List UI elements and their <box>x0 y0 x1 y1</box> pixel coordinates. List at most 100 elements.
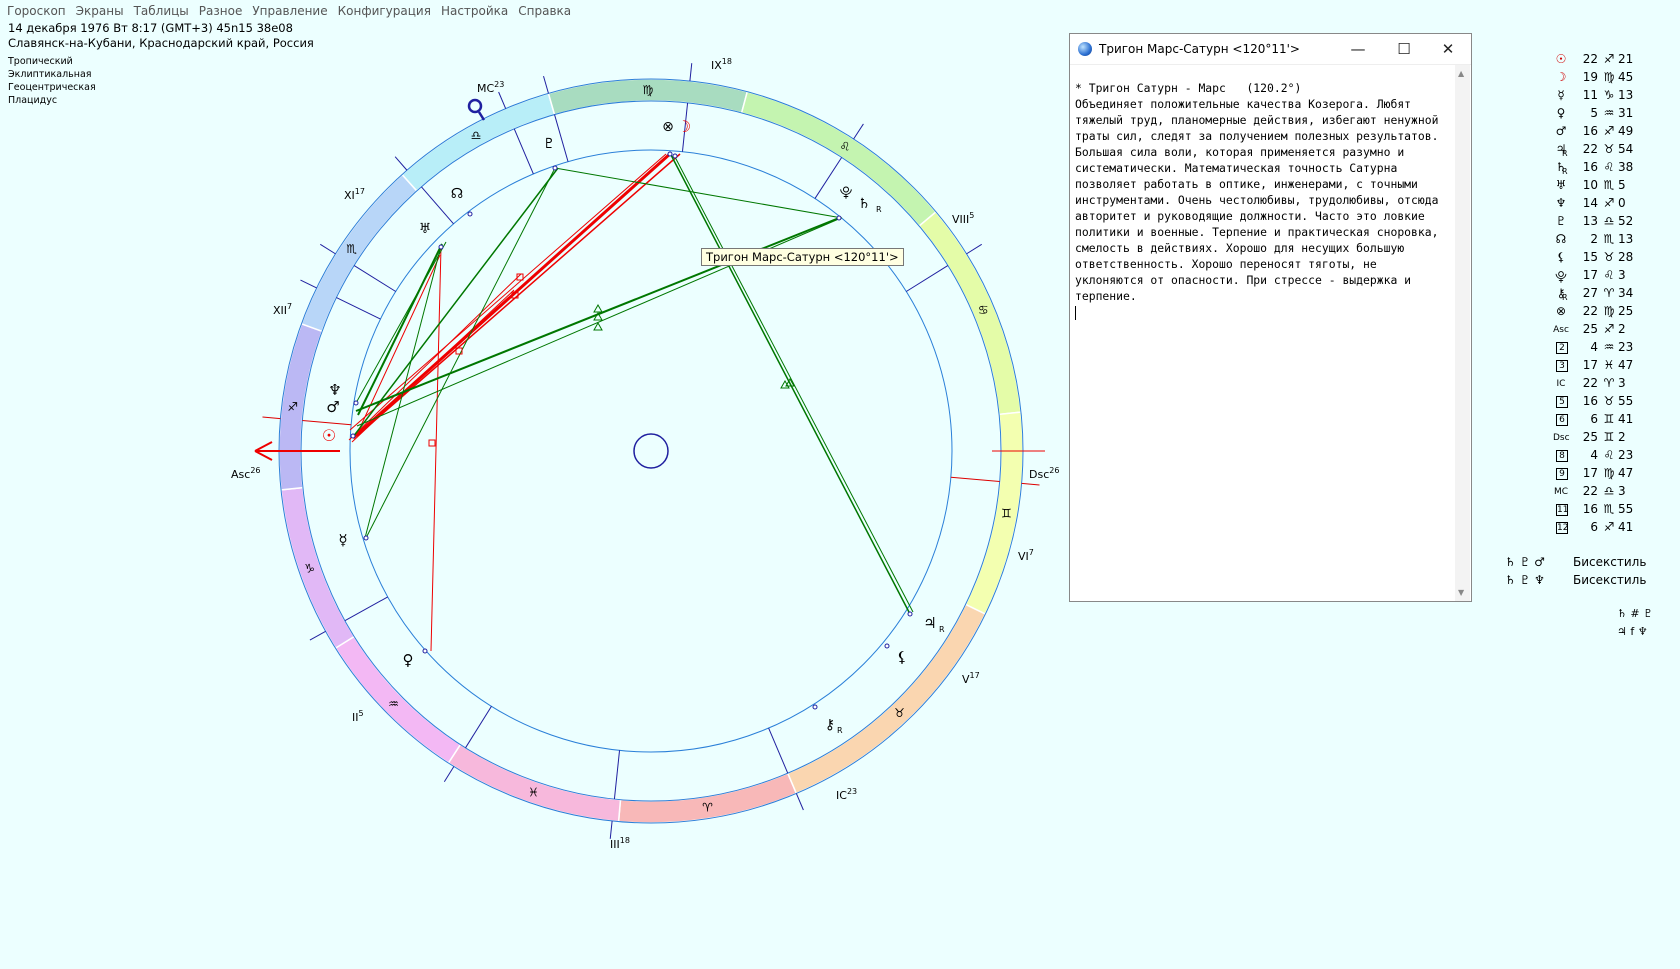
position-row[interactable]: Asc 25 ♐ 2 <box>1548 322 1678 339</box>
position-row[interactable]: ♇ 13 ♎ 52 <box>1548 214 1678 231</box>
chiron-icon[interactable]: ⚷ <box>825 717 835 733</box>
app-icon <box>1078 42 1092 56</box>
aspect-interpretation-window[interactable]: Тригон Марс-Сатурн <120°11'> — ☐ ✕ * Три… <box>1069 33 1472 602</box>
zodiac-sector-3 <box>280 486 356 650</box>
position-row[interactable]: ♂ 16 ♐ 49 <box>1548 124 1678 141</box>
position-glyph: 2 <box>1556 342 1568 354</box>
aspect-line-9[interactable] <box>357 243 443 416</box>
position-row[interactable]: ☉ 22 ♐ 21 <box>1548 52 1678 69</box>
minimize-button[interactable]: — <box>1338 37 1378 61</box>
planet-point-5 <box>467 211 473 217</box>
aspect-line-5[interactable] <box>348 273 522 441</box>
position-minute: 25 <box>1618 304 1634 318</box>
aspect-line-15[interactable] <box>674 156 914 613</box>
position-row[interactable]: ☽ 19 ♍ 45 <box>1548 70 1678 87</box>
position-row[interactable]: ♃ 22 ♉ 54 R <box>1548 142 1678 159</box>
position-row[interactable]: ⊗ 22 ♍ 25 <box>1548 304 1678 321</box>
position-degree: 19 <box>1582 70 1598 84</box>
node-icon[interactable]: ☊ <box>451 186 463 202</box>
position-degree: 22 <box>1582 52 1598 66</box>
close-button[interactable]: ✕ <box>1428 37 1468 61</box>
aspect-line-4[interactable] <box>430 246 442 652</box>
position-row[interactable]: ☿ 11 ♑ 13 <box>1548 88 1678 105</box>
position-row[interactable]: 3 17 ♓ 47 <box>1548 358 1678 375</box>
position-sign-icon: ♏ <box>1603 232 1615 246</box>
position-row[interactable]: IC 22 ♈ 3 <box>1548 376 1678 393</box>
aspect-line-16[interactable] <box>355 241 447 404</box>
position-row[interactable]: 11 16 ♏ 55 <box>1548 502 1678 519</box>
position-minute: 41 <box>1618 412 1634 426</box>
position-glyph: ☽ <box>1555 70 1567 84</box>
house-cusp-tick-3 <box>513 128 534 175</box>
position-row[interactable]: ⚸ 15 ♉ 28 <box>1548 250 1678 267</box>
aspect-line-14[interactable] <box>669 152 911 615</box>
vertical-scrollbar[interactable]: ▲ ▼ <box>1455 65 1470 601</box>
planet-point-10 <box>884 643 890 649</box>
moon-icon[interactable]: ☽ <box>677 117 691 136</box>
position-sign-icon: ♊ <box>1603 430 1615 444</box>
house-label-asc: Asc26 <box>231 466 261 481</box>
interpretation-text[interactable]: * Тригон Сатурн - Марс (120.2°) Объединя… <box>1075 80 1450 320</box>
position-minute: 5 <box>1618 178 1626 192</box>
position-minute: 52 <box>1618 214 1634 228</box>
position-row[interactable]: ♀ 5 ♒ 31 <box>1548 106 1678 123</box>
zodiac-sign-7: ♍ <box>642 83 653 97</box>
aspect-lines[interactable] <box>348 151 914 710</box>
position-row[interactable]: 5 16 ♉ 55 <box>1548 394 1678 411</box>
planet-glyphs[interactable]: ☉♂♆☿♀♅☊♇⊗ ☽⯓♄♃⚸⚷RRR <box>322 117 945 735</box>
position-row[interactable]: Dsc 25 ♊ 2 <box>1548 430 1678 447</box>
sun-icon[interactable]: ☉ <box>322 426 336 445</box>
position-minute: 45 <box>1618 70 1634 84</box>
position-row[interactable]: MC 22 ♎ 3 <box>1548 484 1678 501</box>
position-row[interactable]: 9 17 ♍ 47 <box>1548 466 1678 483</box>
position-sign-icon: ♏ <box>1603 502 1615 516</box>
fortune-icon[interactable]: ⊗ <box>662 119 674 135</box>
position-row[interactable]: ♄ 16 ♌ 38 R <box>1548 160 1678 177</box>
position-row[interactable]: 8 4 ♌ 23 <box>1548 448 1678 465</box>
position-sign-icon: ♎ <box>1603 484 1615 498</box>
position-row[interactable]: ♅ 10 ♏ 5 <box>1548 178 1678 195</box>
position-glyph: 11 <box>1556 504 1569 516</box>
house-label-mc-degree: 23 <box>494 80 504 89</box>
position-row[interactable]: 6 6 ♊ 41 <box>1548 412 1678 429</box>
position-minute: 41 <box>1618 520 1634 534</box>
mars-icon[interactable]: ♂ <box>326 398 339 416</box>
configuration-1[interactable]: ♄ ♇ ♂ Бисекстиль <box>1505 555 1646 569</box>
position-sign-icon: ♏ <box>1603 178 1615 192</box>
jupiter-icon[interactable]: ♃ <box>923 614 936 632</box>
position-row[interactable]: 12 6 ♐ 41 <box>1548 520 1678 537</box>
house-cusp-tick-2 <box>768 727 789 774</box>
outer-ring-border <box>349 149 953 753</box>
zodiac-sector-5 <box>300 173 418 333</box>
maximize-button[interactable]: ☐ <box>1384 37 1424 61</box>
proserpina-icon[interactable]: ⯓ <box>840 186 853 201</box>
neptune-icon[interactable]: ♆ <box>328 381 341 399</box>
position-glyph: ⚸ <box>1556 250 1566 264</box>
position-row[interactable]: ♆ 14 ♐ 0 <box>1548 196 1678 213</box>
position-degree: 17 <box>1582 466 1598 480</box>
planet-point-2 <box>363 535 369 541</box>
uranus-icon[interactable]: ♅ <box>419 221 432 237</box>
house-cusp-outer-tick-2 <box>795 793 804 811</box>
position-degree: 22 <box>1582 304 1598 318</box>
saturn-icon[interactable]: ♄ <box>858 196 871 212</box>
scroll-down-icon[interactable]: ▼ <box>1458 588 1464 597</box>
mercury-icon[interactable]: ☿ <box>338 531 347 549</box>
configuration-2[interactable]: ♄ ♇ ♆ Бисекстиль <box>1505 573 1646 587</box>
position-degree: 6 <box>1590 520 1598 534</box>
pluto-icon[interactable]: ♇ <box>543 136 556 152</box>
window-titlebar[interactable]: Тригон Марс-Сатурн <120°11'> — ☐ ✕ <box>1070 34 1471 65</box>
position-row[interactable]: ☊ 2 ♏ 13 <box>1548 232 1678 249</box>
interpretation-body: * Тригон Сатурн - Марс (120.2°) Объединя… <box>1075 81 1439 303</box>
position-row[interactable]: ⯓ 17 ♌ 3 <box>1548 268 1678 285</box>
position-row[interactable]: 2 4 ♒ 23 <box>1548 340 1678 357</box>
lilith-icon[interactable]: ⚸ <box>897 648 908 666</box>
position-degree: 17 <box>1582 268 1598 282</box>
position-degree: 16 <box>1582 394 1598 408</box>
scroll-up-icon[interactable]: ▲ <box>1458 69 1464 78</box>
venus-icon[interactable]: ♀ <box>403 651 414 669</box>
planet-point-1 <box>353 400 359 406</box>
aspect-line-13[interactable] <box>554 167 843 219</box>
position-row[interactable]: ⚷ 27 ♈ 34 R <box>1548 286 1678 303</box>
position-minute: 47 <box>1618 358 1634 372</box>
